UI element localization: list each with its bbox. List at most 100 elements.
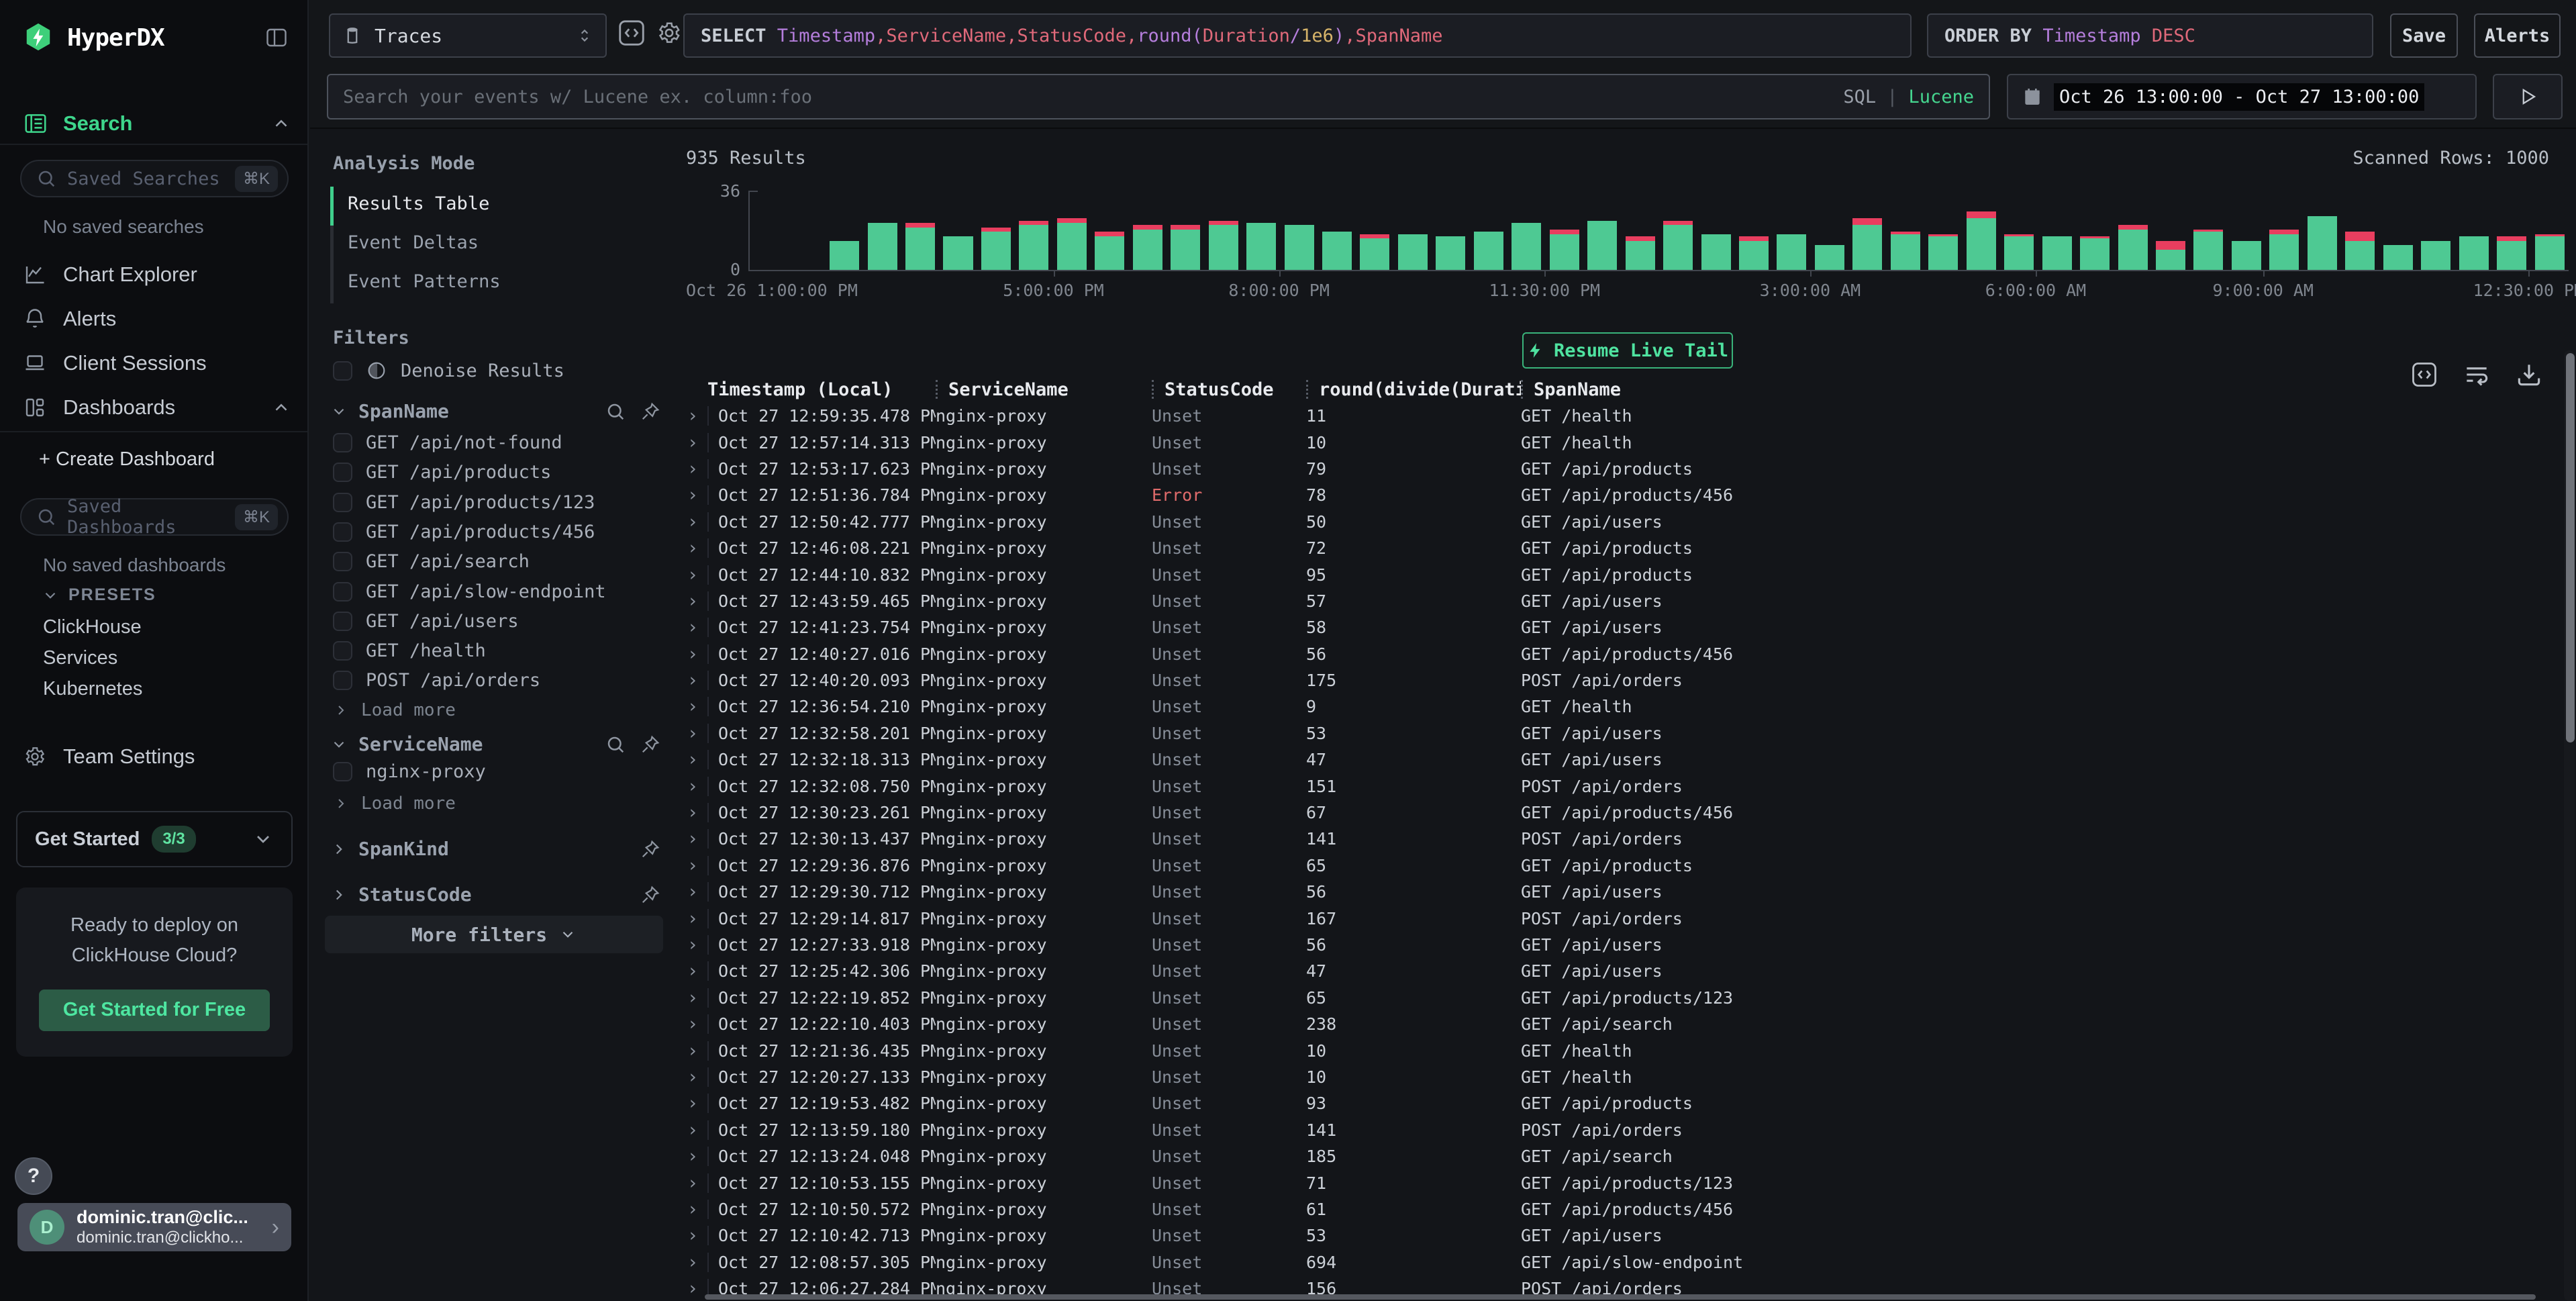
- row-expand-chevron-icon[interactable]: ›: [678, 591, 707, 612]
- table-row[interactable]: ›Oct 27 12:51:36.784 PMnginx-proxyError7…: [678, 482, 2556, 508]
- row-expand-chevron-icon[interactable]: ›: [678, 405, 707, 426]
- row-expand-chevron-icon[interactable]: ›: [678, 908, 707, 929]
- table-row[interactable]: ›Oct 27 12:29:36.876 PMnginx-proxyUnset6…: [678, 853, 2556, 879]
- row-expand-chevron-icon[interactable]: ›: [678, 855, 707, 876]
- pin-icon[interactable]: [640, 401, 660, 422]
- histogram-bar[interactable]: [1848, 189, 1886, 270]
- filter-section-statuscode[interactable]: StatusCode: [330, 883, 660, 906]
- collapse-sidebar-icon[interactable]: [264, 26, 289, 50]
- row-expand-chevron-icon[interactable]: ›: [678, 670, 707, 691]
- row-expand-chevron-icon[interactable]: ›: [678, 776, 707, 797]
- table-row[interactable]: ›Oct 27 12:57:14.313 PMnginx-proxyUnset1…: [678, 429, 2556, 455]
- checkbox[interactable]: [333, 522, 352, 542]
- histogram-bar[interactable]: [2417, 189, 2455, 270]
- histogram-bar[interactable]: [787, 189, 825, 270]
- histogram-bar[interactable]: [2000, 189, 2038, 270]
- resume-live-tail-button[interactable]: Resume Live Tail: [1522, 332, 1733, 369]
- pin-icon[interactable]: [640, 885, 660, 905]
- code-toggle-icon[interactable]: [616, 17, 647, 48]
- histogram-bar[interactable]: [1015, 189, 1052, 270]
- column-header-statuscode[interactable]: StatusCode: [1152, 379, 1306, 400]
- histogram-bar[interactable]: [1887, 189, 1924, 270]
- presets-toggle[interactable]: PRESETS: [42, 585, 156, 605]
- table-row[interactable]: ›Oct 27 12:19:53.482 PMnginx-proxyUnset9…: [678, 1090, 2556, 1116]
- analysis-mode-results-table[interactable]: Results Table: [348, 193, 489, 214]
- histogram-bar[interactable]: [2303, 189, 2341, 270]
- row-expand-chevron-icon[interactable]: ›: [678, 432, 707, 453]
- checkbox[interactable]: [333, 612, 352, 631]
- row-expand-chevron-icon[interactable]: ›: [678, 459, 707, 479]
- vertical-scrollbar-thumb[interactable]: [2566, 353, 2575, 742]
- run-query-button[interactable]: [2493, 74, 2563, 119]
- histogram-bar[interactable]: [2530, 189, 2568, 270]
- table-row[interactable]: ›Oct 27 12:30:23.261 PMnginx-proxyUnset6…: [678, 800, 2556, 826]
- table-row[interactable]: ›Oct 27 12:43:59.465 PMnginx-proxyUnset5…: [678, 588, 2556, 614]
- denoise-results-option[interactable]: Denoise Results: [333, 360, 564, 381]
- filter-option[interactable]: nginx-proxy: [333, 761, 486, 782]
- table-row[interactable]: ›Oct 27 12:10:50.572 PMnginx-proxyUnset6…: [678, 1196, 2556, 1222]
- get-started-dropdown[interactable]: Get Started 3/3: [16, 811, 293, 867]
- histogram-bar[interactable]: [977, 189, 1015, 270]
- checkbox[interactable]: [333, 641, 352, 661]
- row-expand-chevron-icon[interactable]: ›: [678, 538, 707, 559]
- sidebar-item-services[interactable]: Services: [43, 647, 117, 669]
- filter-option[interactable]: GET /api/slow-endpoint: [333, 581, 606, 602]
- histogram-bar[interactable]: [1811, 189, 1848, 270]
- saved-searches-input[interactable]: Saved Searches ⌘K: [20, 160, 289, 197]
- column-header-servicename[interactable]: ServiceName: [936, 379, 1152, 400]
- row-expand-chevron-icon[interactable]: ›: [678, 1225, 707, 1246]
- horizontal-scrollbar-thumb[interactable]: [705, 1294, 2536, 1300]
- table-row[interactable]: ›Oct 27 12:06:27.284 PMnginx-proxyUnset1…: [678, 1275, 2556, 1296]
- checkbox[interactable]: [333, 493, 352, 512]
- table-row[interactable]: ›Oct 27 12:41:23.754 PMnginx-proxyUnset5…: [678, 614, 2556, 640]
- filter-option[interactable]: GET /api/products: [333, 462, 551, 483]
- filter-section-spanname[interactable]: SpanName: [330, 400, 660, 422]
- histogram-bar[interactable]: [1242, 189, 1280, 270]
- analysis-mode-event-deltas[interactable]: Event Deltas: [348, 232, 479, 253]
- table-row[interactable]: ›Oct 27 12:53:17.623 PMnginx-proxyUnset7…: [678, 456, 2556, 482]
- table-row[interactable]: ›Oct 27 12:30:13.437 PMnginx-proxyUnset1…: [678, 826, 2556, 852]
- saved-dashboards-input[interactable]: Saved Dashboards ⌘K: [20, 498, 289, 536]
- histogram-bar[interactable]: [1583, 189, 1621, 270]
- row-expand-chevron-icon[interactable]: ›: [678, 644, 707, 665]
- pin-icon[interactable]: [640, 734, 660, 755]
- table-row[interactable]: ›Oct 27 12:10:53.155 PMnginx-proxyUnset7…: [678, 1169, 2556, 1196]
- help-button[interactable]: ?: [15, 1157, 52, 1195]
- save-button[interactable]: Save: [2390, 13, 2458, 58]
- column-resize-handle[interactable]: [936, 380, 938, 399]
- date-range-picker[interactable]: Oct 26 13:00:00 - Oct 27 13:00:00: [2007, 74, 2477, 119]
- checkbox[interactable]: [333, 582, 352, 601]
- table-row[interactable]: ›Oct 27 12:32:08.750 PMnginx-proxyUnset1…: [678, 773, 2556, 799]
- pin-icon[interactable]: [640, 839, 660, 859]
- filter-option[interactable]: GET /api/products/456: [333, 522, 595, 542]
- table-row[interactable]: ›Oct 27 12:44:10.832 PMnginx-proxyUnset9…: [678, 561, 2556, 587]
- table-row[interactable]: ›Oct 27 12:21:36.435 PMnginx-proxyUnset1…: [678, 1037, 2556, 1063]
- histogram-bar[interactable]: [1204, 189, 1242, 270]
- histogram-bar[interactable]: [2379, 189, 2416, 270]
- row-expand-chevron-icon[interactable]: ›: [678, 1120, 707, 1141]
- filter-option[interactable]: GET /health: [333, 640, 486, 661]
- table-row[interactable]: ›Oct 27 12:50:42.777 PMnginx-proxyUnset5…: [678, 509, 2556, 535]
- row-expand-chevron-icon[interactable]: ›: [678, 1278, 707, 1296]
- table-row[interactable]: ›Oct 27 12:08:57.305 PMnginx-proxyUnset6…: [678, 1249, 2556, 1275]
- histogram-bar[interactable]: [1773, 189, 1810, 270]
- histogram-bar[interactable]: [1091, 189, 1128, 270]
- table-row[interactable]: ›Oct 27 12:20:27.133 PMnginx-proxyUnset1…: [678, 1064, 2556, 1090]
- load-more-servicename[interactable]: Load more: [333, 793, 456, 814]
- row-expand-chevron-icon[interactable]: ›: [678, 512, 707, 532]
- row-expand-chevron-icon[interactable]: ›: [678, 696, 707, 717]
- row-expand-chevron-icon[interactable]: ›: [678, 1067, 707, 1088]
- histogram-bar[interactable]: [2076, 189, 2114, 270]
- sidebar-item-kubernetes[interactable]: Kubernetes: [43, 678, 142, 700]
- table-row[interactable]: ›Oct 27 12:22:10.403 PMnginx-proxyUnset2…: [678, 1011, 2556, 1037]
- filter-option[interactable]: GET /api/products/123: [333, 492, 595, 513]
- histogram-bar[interactable]: [1129, 189, 1167, 270]
- histogram-bar[interactable]: [2265, 189, 2303, 270]
- table-row[interactable]: ›Oct 27 12:29:14.817 PMnginx-proxyUnset1…: [678, 905, 2556, 931]
- histogram-bar[interactable]: [901, 189, 939, 270]
- histogram-bar[interactable]: [1963, 189, 2000, 270]
- mode-sql[interactable]: SQL: [1843, 87, 1876, 107]
- filter-section-servicename[interactable]: ServiceName: [330, 733, 660, 755]
- sidebar-item-client-sessions[interactable]: Client Sessions: [23, 345, 291, 381]
- row-expand-chevron-icon[interactable]: ›: [678, 1041, 707, 1061]
